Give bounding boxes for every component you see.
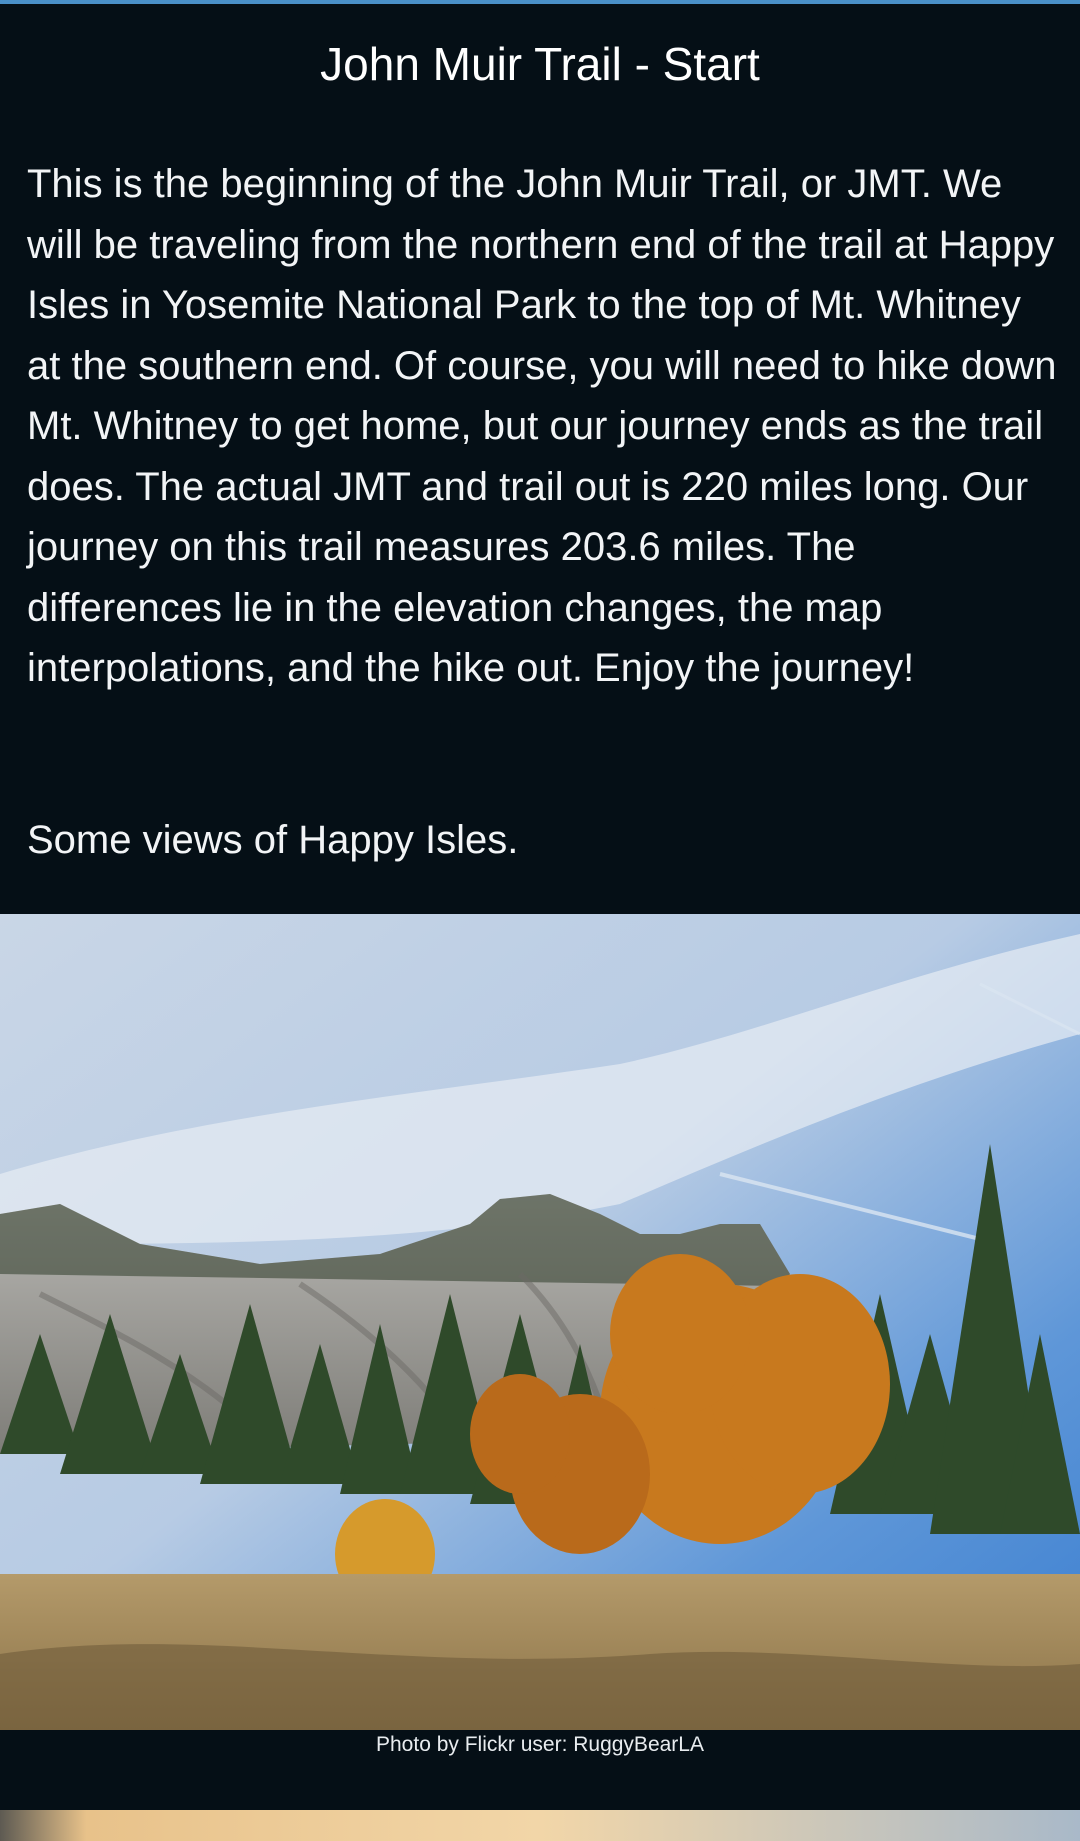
second-landscape-image	[0, 1810, 1080, 1841]
photo-caption: Photo by Flickr user: RuggyBearLA	[376, 1733, 704, 1756]
second-photo-preview[interactable]	[0, 1810, 1080, 1841]
page-title: John Muir Trail - Start	[320, 38, 760, 90]
happy-isles-photo[interactable]	[0, 914, 1080, 1730]
yosemite-landscape-image	[0, 914, 1080, 1730]
intro-paragraph: This is the beginning of the John Muir T…	[27, 162, 1057, 690]
views-heading: Some views of Happy Isles.	[27, 818, 519, 862]
